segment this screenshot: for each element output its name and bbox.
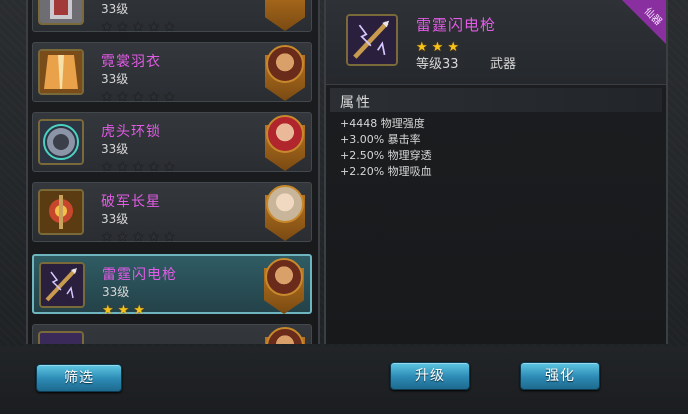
attribute-line: +3.00% 暴击率 [340,133,421,146]
star-icon: ★ [101,20,113,35]
star-icon: ★ [102,303,114,318]
list-item[interactable]: 33级 ★ ★ ★ ★ ★ [32,0,312,34]
list-item[interactable]: 破军长星 33级 ★ ★ ★ ★ ★ [32,182,312,244]
item-name: 雷霆闪电枪 [102,267,177,283]
item-stars: ★ ★ ★ ★ ★ [101,226,179,244]
attributes-title: 属性 [340,95,372,111]
star-icon: ★ [101,90,113,105]
hero-portrait [266,185,304,223]
detail-header: 雷霆闪电枪 ★ ★ ★ 等级33 武器 仙器 [326,0,666,85]
star-icon: ★ [147,90,160,105]
star-icon: ★ [101,230,113,245]
item-level: 33级 [102,285,130,299]
lightning-spear-icon [39,262,85,308]
star-icon: ★ [116,90,129,105]
rarity-tag-label: 仙器 [641,5,664,28]
list-item-selected[interactable]: 雷霆闪电枪 33级 ★ ★ ★ [32,254,312,317]
game-screen: 33级 ★ ★ ★ ★ ★ 霓裳羽衣 33级 ★ ★ ★ ★ ★ 虎头环锁 33… [0,0,688,414]
item-level: 33级 [101,2,129,16]
hero-portrait [266,45,304,83]
hero-badge [265,115,305,171]
attributes-header [330,88,662,112]
item-stars: ★ ★ ★ [102,299,149,317]
chain-armor-icon [38,119,84,165]
star-icon: ★ [147,160,160,175]
list-item[interactable]: 虎头环锁 33级 ★ ★ ★ ★ ★ [32,112,312,174]
star-icon: ★ [117,303,130,318]
star-icon: ★ [132,20,144,35]
attributes-list: +4448 物理强度 +3.00% 暴击率 +2.50% 物理穿透 +2.20%… [340,116,432,180]
item-stars: ★ ★ ★ ★ ★ [101,86,179,104]
filter-button[interactable]: 筛选 [36,364,122,392]
shield-icon [265,0,305,31]
attribute-line: +2.50% 物理穿透 [340,149,432,162]
detail-item-name: 雷霆闪电枪 [416,16,497,34]
star-icon: ★ [132,160,144,175]
star-icon: ★ [133,303,145,318]
item-level: 33级 [101,142,129,156]
hero-badge [265,0,305,31]
halberd-icon [38,189,84,235]
robe-icon [38,49,84,95]
star-icon: ★ [132,90,144,105]
hero-badge [265,185,305,241]
list-item[interactable]: 霓裳羽衣 33级 ★ ★ ★ ★ ★ [32,42,312,104]
item-detail-panel: 雷霆闪电枪 ★ ★ ★ 等级33 武器 仙器 属性 +4448 物理强度 +3.00… [324,0,668,344]
star-icon: ★ [116,20,129,35]
attribute-line: +4448 物理强度 [340,117,425,130]
item-name: 破军长星 [101,194,161,210]
hero-portrait [266,115,304,153]
star-icon: ★ [163,230,176,245]
lightning-spear-icon [346,14,398,66]
item-name: 虎头环锁 [101,124,161,140]
hero-portrait [265,258,303,296]
attribute-line: +2.20% 物理吸血 [340,165,432,178]
list-item[interactable] [32,324,312,344]
star-icon: ★ [132,230,144,245]
detail-type: 武器 [490,57,517,72]
star-icon: ★ [116,160,129,175]
hero-portrait [266,327,304,344]
detail-level: 等级33 [416,57,459,72]
armor-icon [38,0,84,25]
hero-badge [265,327,305,344]
weapon-icon [38,331,84,344]
item-stars: ★ ★ ★ ★ ★ [101,156,179,174]
equipment-list[interactable]: 33级 ★ ★ ★ ★ ★ 霓裳羽衣 33级 ★ ★ ★ ★ ★ 虎头环锁 33… [26,0,320,344]
hero-badge [265,45,305,101]
item-level: 33级 [101,212,129,226]
item-stars: ★ ★ ★ ★ ★ [101,16,179,34]
item-level: 33级 [101,72,129,86]
star-icon: ★ [147,230,160,245]
star-icon: ★ [116,230,129,245]
star-icon: ★ [163,20,176,35]
enhance-button[interactable]: 强化 [520,362,600,390]
upgrade-button[interactable]: 升级 [390,362,470,390]
item-name: 霓裳羽衣 [101,54,161,70]
star-icon: ★ [163,90,176,105]
rarity-tag: 仙器 [622,0,666,44]
star-icon: ★ [101,160,113,175]
star-icon: ★ [147,20,160,35]
star-icon: ★ [163,160,176,175]
hero-badge [264,258,304,314]
